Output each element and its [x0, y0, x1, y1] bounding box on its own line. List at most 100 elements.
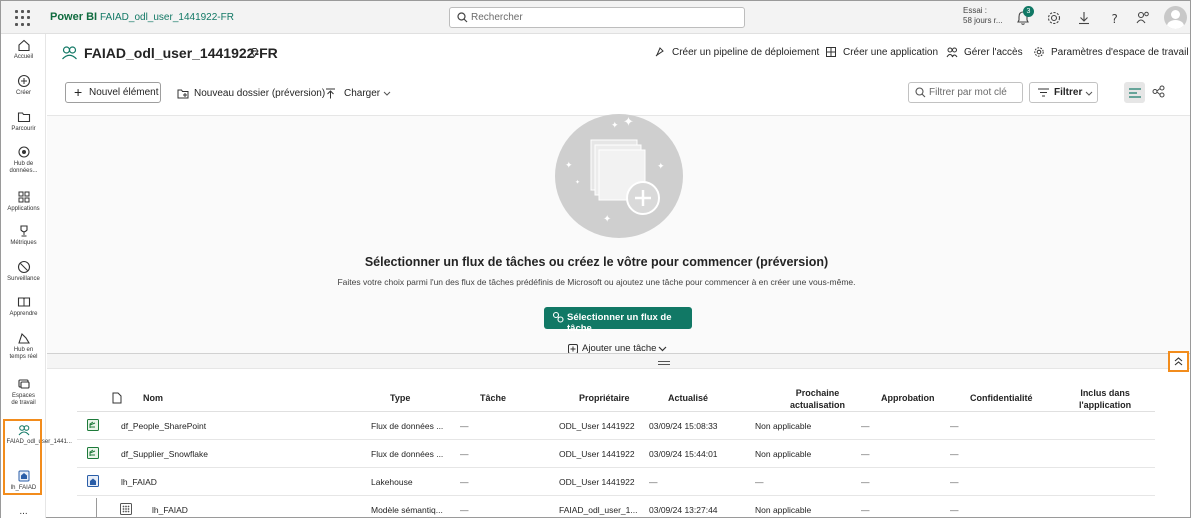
collapse-pane-button[interactable]	[1168, 351, 1189, 372]
search-icon	[457, 12, 468, 23]
empty-state-title: Sélectionner un flux de tâches ou créez …	[364, 255, 829, 269]
workspace-settings-button[interactable]: Paramètres d'espace de travail	[1034, 47, 1189, 58]
table-row[interactable]: df_Supplier_Snowflake Flux de données ..…	[77, 440, 1155, 468]
filter-icon	[1038, 88, 1049, 97]
rail-item-metrics[interactable]: Métriques	[1, 224, 46, 247]
table-row[interactable]: lh_FAIAD Modèle sémantiq... — FAIAD_odl_…	[77, 496, 1155, 518]
filter-button[interactable]: Filtrer	[1029, 82, 1098, 103]
rail-item-browse[interactable]: Parcourir	[1, 110, 46, 133]
column-header-next-refresh-line2: actualisation	[790, 400, 846, 410]
splitter-grip-icon[interactable]	[658, 361, 670, 365]
new-folder-button[interactable]: Nouveau dossier (préversion)	[177, 88, 325, 99]
lineage-view-icon[interactable]	[1152, 85, 1165, 98]
new-item-label: Nouvel élément	[89, 87, 159, 98]
row-task: —	[460, 421, 469, 431]
share-people-icon[interactable]	[1134, 9, 1152, 27]
row-name[interactable]: lh_FAIAD	[152, 505, 188, 515]
column-header-sensitivity[interactable]: Confidentialité	[970, 393, 1033, 403]
rail-item-realtime[interactable]: Hub en temps réel	[1, 331, 46, 361]
row-sensitivity: —	[950, 449, 959, 459]
column-header-next-refresh[interactable]: Prochaine actualisation	[790, 387, 845, 411]
rail-more[interactable]: ...	[1, 507, 46, 517]
notification-badge: 3	[1023, 6, 1034, 17]
row-next-refresh: Non applicable	[755, 449, 812, 459]
column-header-task[interactable]: Tâche	[480, 393, 506, 403]
rail-label-workspaces: Espaces de travail	[11, 393, 36, 406]
rail-label-lakehouse: lh_FAIAD	[10, 485, 37, 491]
upload-icon	[326, 88, 335, 99]
column-header-refreshed[interactable]: Actualisé	[668, 393, 708, 403]
column-header-approval[interactable]: Approbation	[881, 393, 935, 403]
svg-text:✦: ✦	[611, 121, 619, 131]
create-app-button[interactable]: Créer une application	[826, 47, 939, 58]
rail-item-data-hub[interactable]: Hub de données...	[1, 145, 46, 175]
avatar[interactable]	[1164, 6, 1187, 29]
rail-item-create[interactable]: Créer	[1, 74, 46, 97]
app-grid-icon	[826, 47, 836, 57]
column-header-owner[interactable]: Propriétaire	[579, 393, 630, 403]
row-approval: —	[861, 449, 870, 459]
table-row[interactable]: df_People_SharePoint Flux de données ...…	[77, 412, 1155, 440]
rail-label-realtime: Hub en temps réel	[9, 347, 38, 360]
apps-icon	[18, 191, 29, 203]
row-refreshed: 03/09/24 13:27:44	[649, 505, 718, 515]
help-icon[interactable]: ?	[1106, 9, 1124, 27]
column-header-name[interactable]: Nom	[143, 393, 163, 403]
rail-item-workspaces[interactable]: Espaces de travail	[1, 377, 46, 407]
row-approval: —	[861, 505, 870, 515]
search-icon	[915, 87, 926, 98]
row-name[interactable]: lh_FAIAD	[121, 477, 157, 487]
search-input[interactable]: Rechercher	[449, 7, 745, 28]
left-rail: Accueil Créer Parcourir Hub de données..…	[1, 34, 72, 518]
stacked-pages-icon: ✦ ✦ ✦ ✦ ✦ ✦	[565, 115, 665, 225]
row-owner: ODL_User 1441922	[559, 449, 635, 459]
row-name[interactable]: df_People_SharePoint	[121, 421, 206, 431]
file-type-icon	[112, 392, 122, 404]
svg-text:?: ?	[1112, 12, 1118, 26]
select-task-flow-button[interactable]: Sélectionner un flux de tâche	[544, 307, 692, 334]
gear-icon[interactable]	[1045, 9, 1063, 27]
download-icon[interactable]	[1075, 9, 1093, 27]
workspace-settings-label: Paramètres d'espace de travail	[1051, 47, 1189, 58]
empty-state-illustration: ✦ ✦ ✦ ✦ ✦ ✦	[555, 114, 683, 238]
create-pipeline-button[interactable]: Créer un pipeline de déploiement	[655, 47, 820, 58]
new-item-button[interactable]: + Nouvel élément	[65, 82, 161, 103]
rail-label-apps: Applications	[7, 206, 40, 212]
create-pipeline-label: Créer un pipeline de déploiement	[672, 47, 820, 58]
gear-icon	[1034, 47, 1044, 57]
column-header-included-line1: Inclus dans	[1080, 388, 1130, 398]
dataflow-icon	[87, 447, 99, 459]
filter-keyword-input[interactable]: Filtrer par mot clé	[908, 82, 1023, 103]
folder-add-icon	[177, 89, 189, 99]
realtime-icon	[17, 332, 30, 344]
svg-text:✦: ✦	[603, 214, 611, 225]
upload-button[interactable]: Charger	[326, 88, 391, 99]
rail-item-home[interactable]: Accueil	[1, 38, 46, 61]
row-name[interactable]: df_Supplier_Snowflake	[121, 449, 208, 459]
workspace-breadcrumb[interactable]: FAIAD_odl_user_1441922-FR	[100, 12, 234, 23]
brand-label[interactable]: Power BI	[50, 11, 97, 23]
list-view-button[interactable]	[1124, 82, 1145, 103]
rail-item-apps[interactable]: Applications	[1, 190, 46, 213]
row-type: Lakehouse	[371, 477, 413, 487]
rail-item-lakehouse[interactable]: lh_FAIAD	[1, 469, 46, 492]
column-header-type[interactable]: Type	[390, 393, 410, 403]
rail-item-learn[interactable]: Apprendre	[1, 295, 46, 318]
filter-label: Filtrer	[1054, 87, 1083, 98]
trial-status[interactable]: Essai : 58 jours r...	[963, 6, 1003, 26]
column-header-included[interactable]: Inclus dans l'application	[1079, 387, 1131, 411]
create-app-label: Créer une application	[843, 47, 939, 58]
table-row[interactable]: lh_FAIAD Lakehouse — ODL_User 1441922 — …	[77, 468, 1155, 496]
svg-text:✦: ✦	[565, 161, 573, 171]
workspace-icon	[62, 46, 77, 60]
row-approval: —	[861, 421, 870, 431]
chevron-down-icon	[383, 91, 391, 96]
svg-text:✦: ✦	[623, 115, 634, 130]
double-chevron-up-icon	[1174, 357, 1183, 366]
row-sensitivity: —	[950, 505, 959, 515]
row-sensitivity: —	[950, 421, 959, 431]
pane-splitter[interactable]	[47, 353, 1190, 369]
column-header-next-refresh-line1: Prochaine	[795, 388, 840, 398]
manage-access-button[interactable]: Gérer l'accès	[946, 47, 1023, 58]
app-launcher-icon[interactable]	[13, 8, 33, 28]
